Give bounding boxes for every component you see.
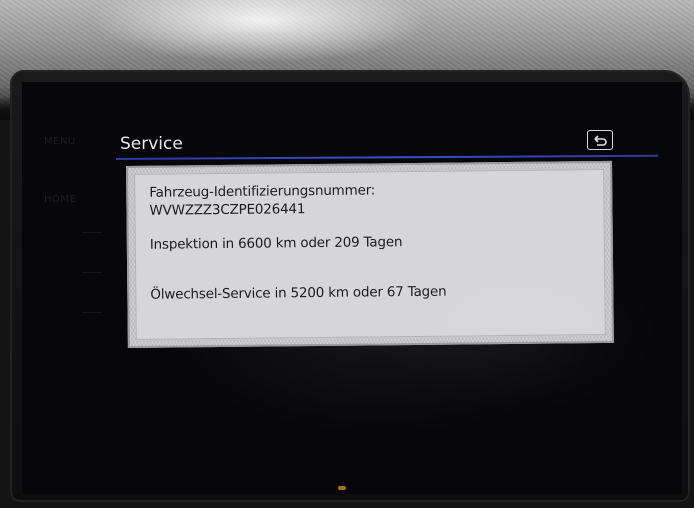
inspection-status: Inspektion in 6600 km oder 209 Tagen: [149, 234, 403, 253]
vin-value: WVWZZZ3CZPE026441: [149, 201, 306, 219]
indicator-led: [338, 486, 346, 490]
panel-inner-frame: Fahrzeug-Identifizierungsnummer: WVWZZZ3…: [134, 168, 606, 340]
home-softkey[interactable]: HOME: [44, 194, 76, 205]
photo-scene: MENU HOME Service Fahrzeug-Identifizieru…: [0, 0, 694, 508]
sidebar-divider: [82, 312, 102, 313]
sidebar-divider: [82, 232, 102, 233]
back-arrow-icon: [594, 135, 607, 146]
sidebar-divider: [82, 272, 102, 273]
title-underline: [115, 154, 658, 160]
menu-softkey[interactable]: MENU: [44, 136, 76, 147]
infotainment-display: MENU HOME Service Fahrzeug-Identifizieru…: [22, 82, 682, 494]
oil-service-status: Ölwechsel-Service in 5200 km oder 67 Tag…: [150, 283, 447, 303]
service-info-panel: Fahrzeug-Identifizierungsnummer: WVWZZZ3…: [126, 160, 614, 348]
back-button[interactable]: [587, 130, 613, 150]
page-title: Service: [120, 134, 183, 154]
vin-label: Fahrzeug-Identifizierungsnummer:: [149, 182, 376, 201]
